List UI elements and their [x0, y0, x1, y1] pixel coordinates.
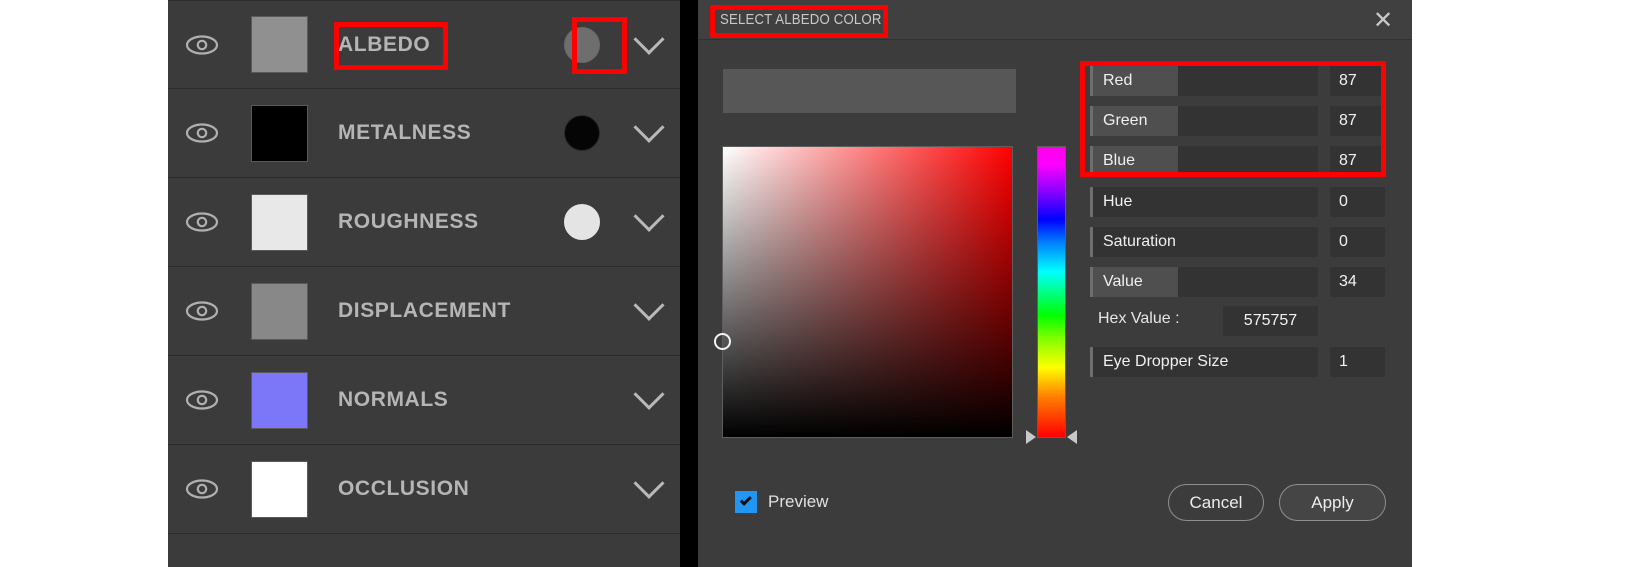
layer-color-dot-cell[interactable]	[546, 204, 618, 240]
layer-row[interactable]: ROUGHNESS	[168, 178, 680, 267]
panel-divider	[680, 0, 698, 567]
saturation-label: Saturation	[1090, 227, 1318, 257]
chevron-down-icon	[633, 200, 665, 232]
value-field-row[interactable]: Value 34	[1090, 267, 1390, 297]
eye-dropper-size-label: Eye Dropper Size	[1090, 347, 1318, 377]
hue-slider[interactable]	[1037, 146, 1066, 438]
chevron-down-icon	[633, 467, 665, 499]
saturation-value[interactable]: 0	[1330, 227, 1385, 257]
value-slider-track[interactable]	[1178, 267, 1318, 297]
layer-swatch	[250, 460, 308, 518]
eye-icon	[185, 301, 219, 321]
value-label: Value	[1090, 267, 1178, 297]
layer-thumbnail[interactable]	[236, 193, 322, 251]
screenshot-root: ALBEDO METALNESS ROUGHNESS DISPLACEMENT …	[0, 0, 1650, 567]
red-slider-track[interactable]	[1178, 66, 1318, 96]
layer-expand-toggle[interactable]	[618, 289, 680, 322]
layer-panel: ALBEDO METALNESS ROUGHNESS DISPLACEMENT …	[168, 0, 680, 567]
layer-name-label: OCCLUSION	[338, 477, 470, 500]
layer-visibility-toggle[interactable]	[168, 390, 236, 410]
hex-value-input[interactable]: 575757	[1223, 306, 1318, 336]
green-value[interactable]: 87	[1330, 106, 1385, 136]
eye-dropper-size-value[interactable]: 1	[1330, 347, 1385, 377]
layer-expand-toggle[interactable]	[618, 378, 680, 411]
layer-expand-toggle[interactable]	[618, 23, 680, 56]
saturation-value-field[interactable]	[714, 146, 1013, 438]
layer-swatch	[250, 193, 308, 251]
layer-visibility-toggle[interactable]	[168, 34, 236, 55]
saturation-field-row[interactable]: Saturation 0	[1090, 227, 1390, 257]
blue-value[interactable]: 87	[1330, 146, 1385, 176]
blue-field-row[interactable]: Blue 87	[1090, 146, 1390, 176]
dialog-title: SELECT ALBEDO COLOR	[720, 11, 882, 28]
layer-expand-toggle[interactable]	[618, 111, 680, 144]
close-icon[interactable]: ✕	[1370, 8, 1396, 34]
eye-icon	[185, 34, 219, 55]
color-preview-swatch	[723, 69, 1016, 113]
layer-swatch	[250, 104, 308, 162]
layer-row[interactable]: NORMALS	[168, 356, 680, 445]
layer-name-label: ROUGHNESS	[338, 210, 479, 233]
layer-visibility-toggle[interactable]	[168, 301, 236, 321]
hex-value-label: Hex Value :	[1098, 310, 1180, 327]
layer-expand-toggle[interactable]	[618, 467, 680, 500]
chevron-down-icon	[633, 289, 665, 321]
layer-swatch	[250, 16, 308, 73]
eye-dropper-size-row[interactable]: Eye Dropper Size 1	[1090, 347, 1390, 377]
layer-row[interactable]: ALBEDO	[168, 0, 680, 89]
chevron-down-icon	[633, 23, 665, 55]
eye-icon	[185, 390, 219, 410]
blue-label: Blue	[1090, 146, 1178, 176]
layer-thumbnail[interactable]	[236, 371, 322, 429]
layer-color-dot[interactable]	[564, 204, 600, 240]
green-field-row[interactable]: Green 87	[1090, 106, 1390, 136]
layer-visibility-toggle[interactable]	[168, 123, 236, 143]
preview-label: Preview	[768, 492, 829, 511]
hue-label: Hue	[1090, 187, 1318, 217]
layer-visibility-toggle[interactable]	[168, 479, 236, 499]
blue-slider-track[interactable]	[1178, 146, 1318, 176]
green-label: Green	[1090, 106, 1178, 136]
layer-swatch	[250, 371, 308, 429]
red-value[interactable]: 87	[1330, 66, 1385, 96]
eye-icon	[185, 479, 219, 499]
chevron-down-icon	[633, 378, 665, 410]
preview-checkbox[interactable]	[735, 491, 757, 513]
hue-field-row[interactable]: Hue 0	[1090, 187, 1390, 217]
layer-color-dot-cell[interactable]	[546, 26, 618, 63]
layer-thumbnail[interactable]	[236, 460, 322, 518]
green-slider-track[interactable]	[1178, 106, 1318, 136]
layer-swatch	[250, 282, 308, 340]
layer-name-label: DISPLACEMENT	[338, 299, 511, 322]
layer-visibility-toggle[interactable]	[168, 212, 236, 232]
layer-name-label: NORMALS	[338, 388, 449, 411]
red-field-row[interactable]: Red 87	[1090, 66, 1390, 96]
eye-icon	[185, 123, 219, 143]
layer-row[interactable]: DISPLACEMENT	[168, 267, 680, 356]
layer-color-dot[interactable]	[564, 26, 600, 63]
red-label: Red	[1090, 66, 1178, 96]
chevron-down-icon	[633, 111, 665, 143]
cancel-button[interactable]: Cancel	[1168, 484, 1264, 521]
layer-thumbnail[interactable]	[236, 282, 322, 340]
layer-row[interactable]: OCCLUSION	[168, 445, 680, 534]
layer-name-label: ALBEDO	[338, 32, 431, 56]
dialog-titlebar: SELECT ALBEDO COLOR ✕	[698, 0, 1412, 40]
layer-name-label: METALNESS	[338, 121, 472, 144]
layer-color-dot[interactable]	[564, 115, 600, 151]
eye-icon	[185, 212, 219, 232]
sv-cursor-handle[interactable]	[714, 333, 731, 350]
value-value[interactable]: 34	[1330, 267, 1385, 297]
triangle-left-icon[interactable]	[1067, 430, 1077, 444]
hue-value[interactable]: 0	[1330, 187, 1385, 217]
apply-button[interactable]: Apply	[1279, 484, 1386, 521]
layer-row[interactable]: METALNESS	[168, 89, 680, 178]
hex-value-row: Hex Value : 575757	[1090, 306, 1390, 336]
layer-color-dot-cell[interactable]	[546, 115, 618, 151]
check-icon	[739, 493, 752, 506]
layer-thumbnail[interactable]	[236, 104, 322, 162]
layer-thumbnail[interactable]	[236, 16, 322, 73]
triangle-right-icon[interactable]	[1026, 430, 1036, 444]
layer-expand-toggle[interactable]	[618, 200, 680, 233]
